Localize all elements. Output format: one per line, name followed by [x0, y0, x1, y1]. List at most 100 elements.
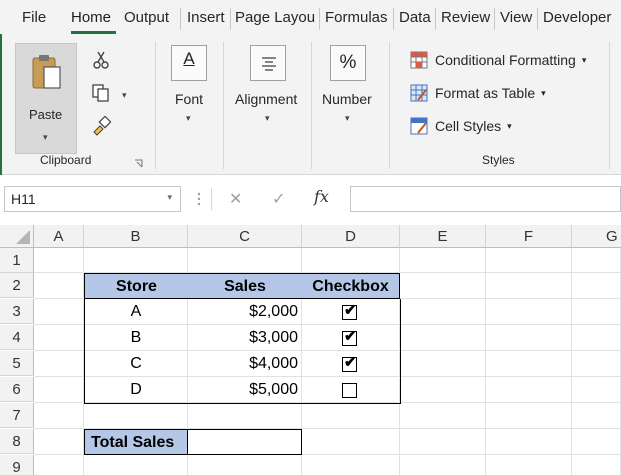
alignment-dropdown-caret[interactable]: ▾ — [265, 113, 270, 124]
grid-cell[interactable] — [34, 273, 84, 299]
cell-styles-button[interactable]: Cell Styles ▾ — [410, 115, 512, 137]
grid-cell[interactable] — [84, 455, 188, 475]
table-header-store[interactable]: Store — [84, 273, 188, 299]
copy-icon[interactable] — [92, 84, 110, 102]
total-sales-value[interactable] — [188, 429, 302, 455]
row-checkbox[interactable]: ✔ — [342, 328, 357, 346]
font-dropdown-caret[interactable]: ▾ — [186, 113, 191, 124]
total-sales-label[interactable]: Total Sales — [84, 429, 188, 455]
grid-cell[interactable] — [302, 403, 400, 429]
table-cell-sales[interactable]: $4,000 — [188, 351, 302, 377]
tab-review[interactable]: Review — [441, 9, 490, 27]
tab-home[interactable]: Home — [71, 9, 111, 27]
grid-cell[interactable] — [572, 325, 621, 351]
column-header-b[interactable]: B — [84, 225, 188, 248]
paste-button[interactable]: Paste ▾ — [15, 43, 77, 154]
enter-icon[interactable]: ✓ — [272, 189, 285, 209]
grid-cell[interactable] — [400, 248, 486, 273]
row-checkbox[interactable]: ✔ — [342, 302, 357, 320]
grid-cell[interactable] — [400, 455, 486, 475]
row-header-5[interactable]: 5 — [0, 351, 34, 376]
tab-view[interactable]: View — [500, 9, 532, 27]
tab-output[interactable]: Output — [124, 9, 169, 27]
grid-cell[interactable] — [486, 377, 572, 403]
grid-cell[interactable] — [486, 248, 572, 273]
number-button[interactable]: % — [330, 45, 366, 81]
row-header-8[interactable]: 8 — [0, 429, 34, 454]
grid-cell[interactable] — [486, 429, 572, 455]
grid-cell[interactable] — [400, 403, 486, 429]
table-header-checkbox[interactable]: Checkbox — [302, 273, 400, 299]
table-cell-sales[interactable]: $2,000 — [188, 299, 302, 325]
row-header-1[interactable]: 1 — [0, 248, 34, 273]
name-box[interactable]: H11 ▾ — [4, 186, 181, 212]
grid-cell[interactable] — [84, 248, 188, 273]
cut-icon[interactable] — [92, 51, 110, 69]
table-cell-store[interactable]: B — [84, 325, 188, 351]
format-painter-icon[interactable] — [91, 115, 112, 136]
grid-cell[interactable] — [572, 377, 621, 403]
grid-cell[interactable] — [188, 455, 302, 475]
grid-cell[interactable] — [572, 403, 621, 429]
tab-developer[interactable]: Developer — [543, 9, 611, 27]
grid-cell[interactable] — [34, 325, 84, 351]
clipboard-launcher-icon[interactable] — [134, 156, 144, 168]
column-header-d[interactable]: D — [302, 225, 400, 248]
conditional-formatting-button[interactable]: Conditional Formatting ▾ — [410, 49, 586, 71]
tab-file[interactable]: File — [22, 9, 46, 27]
grid-cell[interactable] — [572, 299, 621, 325]
row-checkbox[interactable]: ✔ — [342, 354, 357, 372]
insert-function-icon[interactable]: fx — [314, 187, 329, 206]
grid-cell[interactable] — [302, 248, 400, 273]
cancel-icon[interactable]: ✕ — [229, 189, 242, 209]
copy-dropdown-caret[interactable]: ▾ — [122, 90, 127, 101]
grid-cell[interactable] — [486, 351, 572, 377]
paste-dropdown-caret[interactable]: ▾ — [43, 132, 48, 143]
grid-cell[interactable] — [572, 273, 621, 299]
tab-formulas[interactable]: Formulas — [325, 9, 388, 27]
table-header-sales[interactable]: Sales — [188, 273, 302, 299]
select-all-corner[interactable] — [0, 225, 34, 248]
grid-cell[interactable] — [400, 377, 486, 403]
grid-cell[interactable] — [302, 455, 400, 475]
grid-cell[interactable] — [572, 455, 621, 475]
table-cell-store[interactable]: C — [84, 351, 188, 377]
grid-cell[interactable] — [34, 403, 84, 429]
grid-cell[interactable] — [400, 351, 486, 377]
name-box-caret[interactable]: ▾ — [167, 192, 172, 203]
row-header-9[interactable]: 9 — [0, 455, 34, 475]
grid-cell[interactable] — [302, 429, 400, 455]
grid-cell[interactable] — [34, 248, 84, 273]
row-header-3[interactable]: 3 — [0, 299, 34, 324]
formula-input[interactable] — [350, 186, 621, 212]
tab-insert[interactable]: Insert — [187, 9, 225, 27]
table-cell-sales[interactable]: $3,000 — [188, 325, 302, 351]
grid-cell[interactable] — [572, 248, 621, 273]
grid-cell[interactable] — [400, 273, 486, 299]
row-header-4[interactable]: 4 — [0, 325, 34, 350]
grid-cell[interactable] — [400, 429, 486, 455]
grid-cell[interactable] — [34, 351, 84, 377]
grid-cell[interactable] — [400, 325, 486, 351]
alignment-button[interactable] — [250, 45, 286, 81]
grid-cell[interactable] — [34, 299, 84, 325]
grid-cell[interactable] — [400, 299, 486, 325]
grid-cell[interactable] — [188, 248, 302, 273]
grid-cell[interactable] — [34, 429, 84, 455]
column-header-a[interactable]: A — [34, 225, 84, 248]
grid-cell[interactable] — [572, 429, 621, 455]
grid-cell[interactable] — [34, 455, 84, 475]
grid-cell[interactable] — [486, 325, 572, 351]
row-header-6[interactable]: 6 — [0, 377, 34, 402]
row-header-7[interactable]: 7 — [0, 403, 34, 428]
column-header-c[interactable]: C — [188, 225, 302, 248]
column-header-f[interactable]: F — [486, 225, 572, 248]
row-checkbox[interactable] — [342, 383, 357, 398]
grid-cell[interactable] — [486, 455, 572, 475]
grid-cell[interactable] — [34, 377, 84, 403]
grid-cell[interactable] — [486, 403, 572, 429]
tab-data[interactable]: Data — [399, 9, 431, 27]
table-cell-store[interactable]: A — [84, 299, 188, 325]
grid-cell[interactable] — [188, 403, 302, 429]
grid-cell[interactable] — [486, 299, 572, 325]
